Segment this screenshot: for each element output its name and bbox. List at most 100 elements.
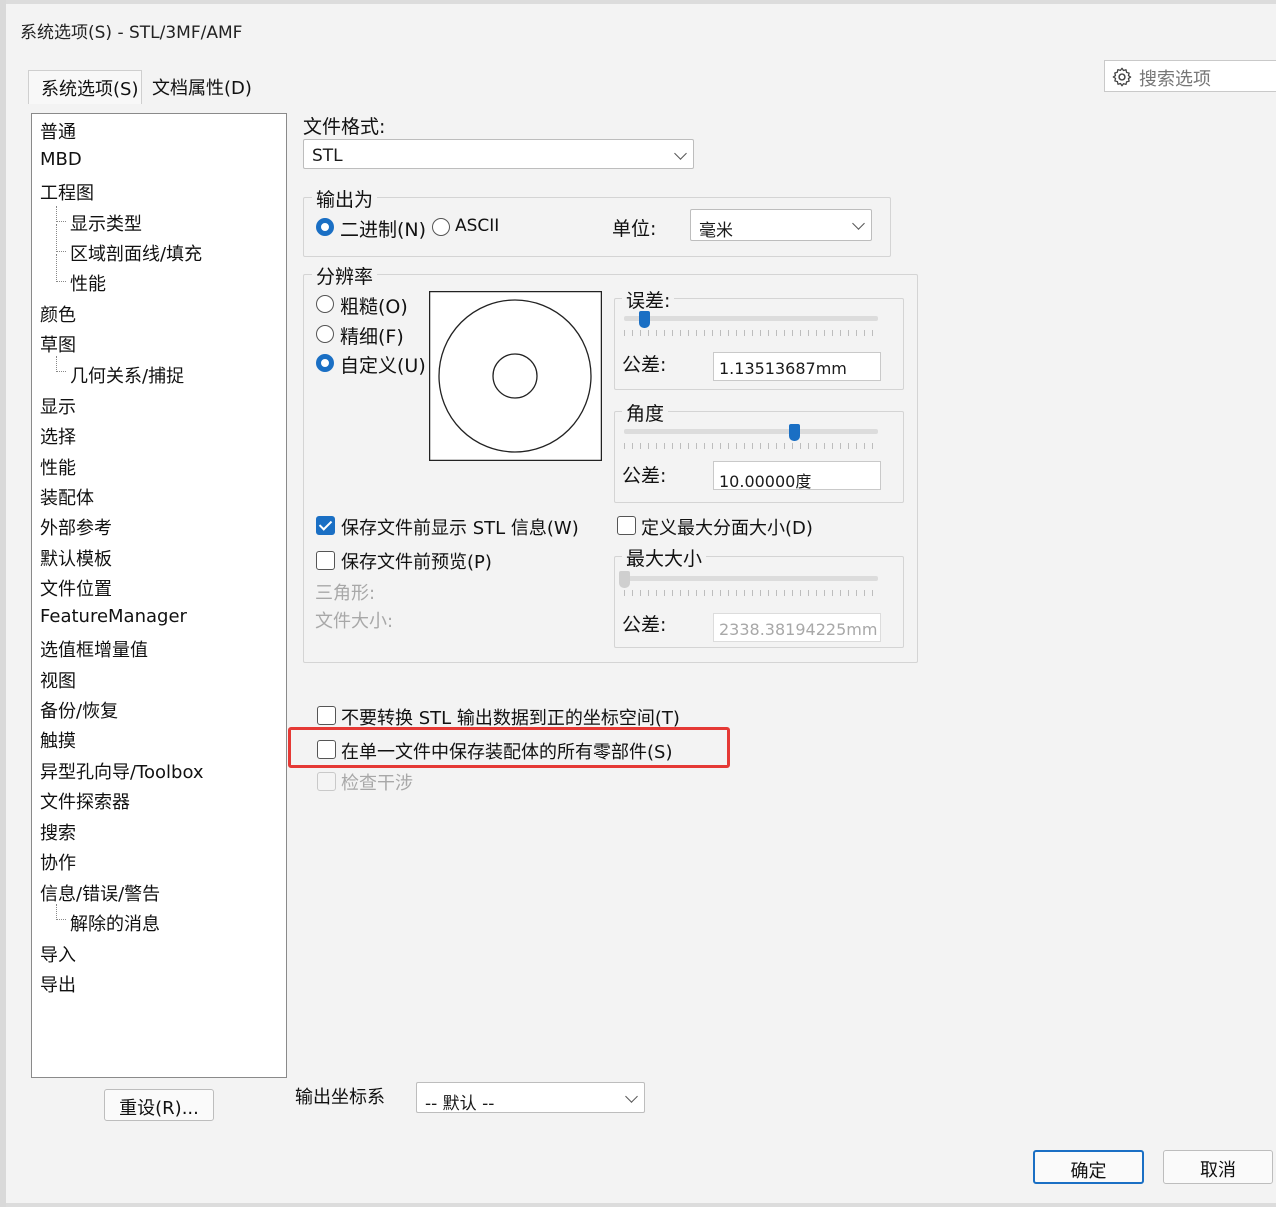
max-size-slider-thumb <box>619 571 630 588</box>
ascii-radio-label[interactable]: ASCII <box>455 216 499 236</box>
angle-slider-ticks <box>624 443 878 449</box>
unit-label: 单位: <box>612 218 657 240</box>
deviation-slider-track[interactable] <box>624 316 878 321</box>
angle-slider-thumb[interactable] <box>789 424 801 441</box>
file-format-value: STL <box>312 146 343 166</box>
tree-item-performance[interactable]: 性能 <box>40 454 76 480</box>
tree-item-file-explorer[interactable]: 文件探索器 <box>40 788 130 814</box>
tab-document-properties[interactable]: 文档属性(D) <box>152 74 252 100</box>
max-facet-label[interactable]: 定义最大分面大小(D) <box>641 514 813 540</box>
tree-item-import[interactable]: 导入 <box>40 941 76 967</box>
tree-item-drawings[interactable]: 工程图 <box>40 179 94 205</box>
coarse-radio[interactable] <box>316 295 334 313</box>
ok-button[interactable]: 确定 <box>1033 1150 1144 1184</box>
deviation-legend: 误差: <box>622 286 675 313</box>
show-stl-info-checkbox[interactable] <box>316 516 335 535</box>
max-size-tolerance-label: 公差: <box>622 614 667 636</box>
tree-item-file-locations[interactable]: 文件位置 <box>40 575 112 601</box>
tree-connector <box>56 904 66 920</box>
max-size-slider-ticks <box>624 590 878 596</box>
resolution-legend: 分辨率 <box>312 262 378 289</box>
chevron-down-icon <box>625 1090 638 1103</box>
top-window-edge <box>6 0 1276 4</box>
coarse-radio-label[interactable]: 粗糙(O) <box>340 292 408 319</box>
custom-radio-label[interactable]: 自定义(U) <box>340 351 426 378</box>
reset-button[interactable]: 重设(R)... <box>104 1089 214 1121</box>
angle-tolerance-field[interactable]: 10.00000度 <box>713 461 881 491</box>
options-tree[interactable]: 普通 MBD 工程图 显示类型 区域剖面线/填充 性能 颜色 草图 几何关系/捕… <box>31 113 287 1078</box>
tree-item-search[interactable]: 搜索 <box>40 819 76 845</box>
max-facet-checkbox[interactable] <box>617 516 636 535</box>
tree-item-colors[interactable]: 颜色 <box>40 301 76 327</box>
angle-legend: 角度 <box>622 399 669 426</box>
unit-value: 毫米 <box>699 221 733 241</box>
tree-item-assemblies[interactable]: 装配体 <box>40 484 94 510</box>
tree-item-touch[interactable]: 触摸 <box>40 727 76 753</box>
tree-item-dismissed-messages[interactable]: 解除的消息 <box>70 910 160 936</box>
tree-item-sketch[interactable]: 草图 <box>40 331 76 357</box>
search-options-box[interactable]: 搜索选项 <box>1104 60 1276 92</box>
angle-tolerance-label: 公差: <box>622 465 667 487</box>
deviation-slider-ticks <box>624 330 878 336</box>
triangles-label: 三角形: <box>315 583 376 604</box>
preview-label[interactable]: 保存文件前预览(P) <box>341 548 492 574</box>
tree-connector <box>56 356 66 372</box>
tree-connector <box>56 224 66 252</box>
gear-icon <box>1112 67 1132 87</box>
tree-item-mbd[interactable]: MBD <box>40 149 82 170</box>
check-interference-checkbox <box>317 772 336 791</box>
fine-radio[interactable] <box>316 325 334 343</box>
deviation-tolerance-label: 公差: <box>622 354 667 376</box>
tree-item-area-hatch[interactable]: 区域剖面线/填充 <box>70 240 202 266</box>
search-label: 搜索选项 <box>1139 69 1211 90</box>
tree-connector <box>56 254 66 282</box>
no-transform-checkbox[interactable] <box>317 706 336 725</box>
tree-item-display[interactable]: 显示 <box>40 393 76 419</box>
file-size-label: 文件大小: <box>315 611 394 632</box>
chevron-down-icon <box>852 217 865 230</box>
tree-item-spin-box-increments[interactable]: 选值框增量值 <box>40 636 148 662</box>
max-size-slider-track <box>624 576 878 581</box>
tree-item-selection[interactable]: 选择 <box>40 423 76 449</box>
highlight-box <box>288 727 730 768</box>
tree-item-drawing-performance[interactable]: 性能 <box>70 270 106 296</box>
check-interference-label: 检查干涉 <box>341 773 413 794</box>
binary-radio-label[interactable]: 二进制(N) <box>340 215 426 242</box>
tree-item-collaboration[interactable]: 协作 <box>40 849 76 875</box>
tree-item-backup-recover[interactable]: 备份/恢复 <box>40 697 118 723</box>
file-format-select[interactable]: STL <box>303 139 694 169</box>
show-stl-info-label[interactable]: 保存文件前显示 STL 信息(W) <box>341 514 579 540</box>
ascii-radio[interactable] <box>432 218 450 236</box>
window-title: 系统选项(S) - STL/3MF/AMF <box>20 23 243 43</box>
tree-item-external-references[interactable]: 外部参考 <box>40 514 112 540</box>
tree-item-featuremanager[interactable]: FeatureManager <box>40 606 187 627</box>
bottom-window-edge <box>6 1203 1276 1207</box>
chevron-down-icon <box>674 147 687 160</box>
tree-connector <box>56 206 66 222</box>
tree-item-hole-wizard-toolbox[interactable]: 异型孔向导/Toolbox <box>40 758 204 784</box>
binary-radio[interactable] <box>316 218 334 236</box>
custom-radio[interactable] <box>316 354 334 372</box>
left-window-edge <box>0 0 6 1207</box>
coordinate-system-value: -- 默认 -- <box>425 1094 495 1114</box>
deviation-tolerance-field[interactable]: 1.13513687mm <box>713 352 881 381</box>
coordinate-system-select[interactable]: -- 默认 -- <box>416 1082 645 1114</box>
tree-item-relations-snaps[interactable]: 几何关系/捕捉 <box>70 362 184 388</box>
tree-item-general[interactable]: 普通 <box>40 118 76 144</box>
unit-select[interactable]: 毫米 <box>690 209 872 241</box>
fine-radio-label[interactable]: 精细(F) <box>340 322 404 349</box>
max-size-legend: 最大大小 <box>622 544 707 571</box>
cancel-button[interactable]: 取消 <box>1163 1150 1273 1184</box>
preview-checkbox[interactable] <box>316 551 335 570</box>
angle-slider-track[interactable] <box>624 429 878 434</box>
tree-item-view[interactable]: 视图 <box>40 667 76 693</box>
tree-item-messages-errors-warnings[interactable]: 信息/错误/警告 <box>40 880 160 906</box>
max-size-tolerance-field: 2338.38194225mm <box>713 613 881 642</box>
tree-item-export[interactable]: 导出 <box>40 971 76 997</box>
deviation-slider-thumb[interactable] <box>639 311 651 328</box>
output-coordinate-system-label: 输出坐标系 <box>295 1087 385 1108</box>
tree-item-default-templates[interactable]: 默认模板 <box>40 545 112 571</box>
tab-system-options[interactable]: 系统选项(S) <box>28 70 142 104</box>
tree-item-display-style[interactable]: 显示类型 <box>70 210 142 236</box>
output-as-legend: 输出为 <box>312 185 378 212</box>
